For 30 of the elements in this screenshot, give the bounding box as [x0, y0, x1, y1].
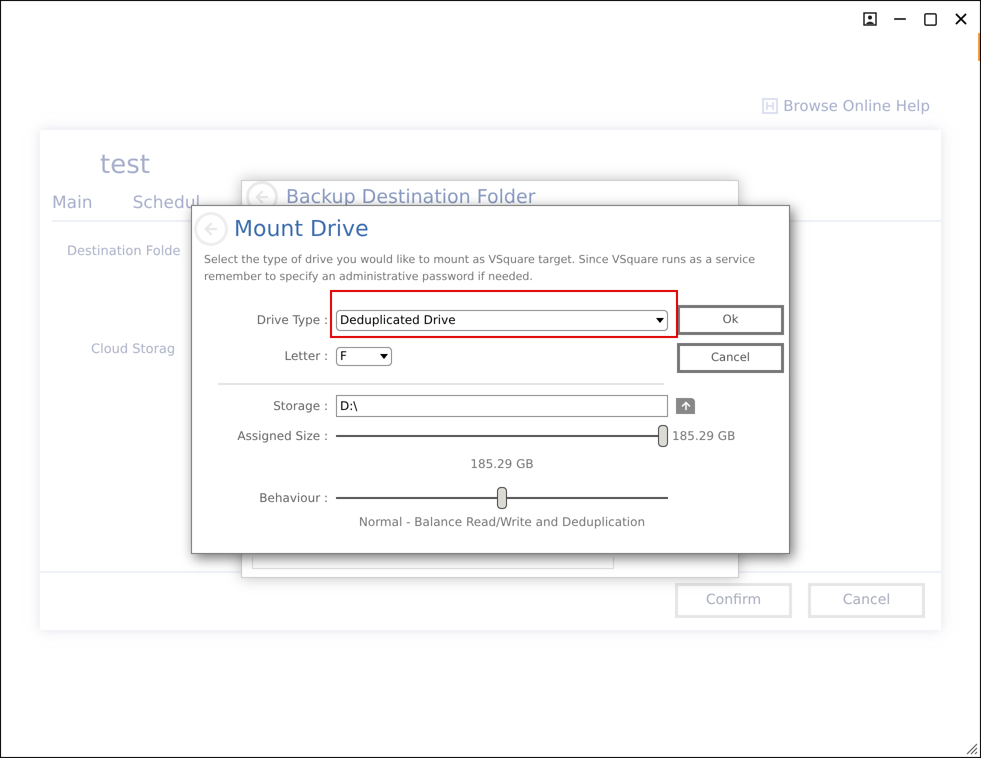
dialog-title: Mount Drive: [234, 216, 369, 244]
slider-thumb[interactable]: [658, 425, 668, 447]
slider-caption: Normal - Balance Read/Write and Deduplication: [358, 514, 646, 531]
cancel-button[interactable]: Cancel: [677, 343, 784, 373]
panel-title: test: [100, 148, 151, 182]
field-label: Drive Type :: [256, 312, 329, 329]
dialog-description: Select the type of drive you would like to mount as VSquare target. Since VSquare runs as a service remember to specify an administrative password if needed.: [204, 252, 756, 285]
caret-icon: [656, 318, 664, 322]
storage-field[interactable]: D:\: [336, 395, 668, 417]
help-icon: [762, 98, 778, 114]
slider[interactable]: [336, 425, 668, 447]
ok-button[interactable]: Ok: [677, 305, 784, 335]
upload-icon[interactable]: [676, 398, 695, 414]
maximize-icon[interactable]: [923, 12, 938, 26]
field-label: Storage :: [272, 398, 329, 415]
slider-reading: 185.29 GB: [672, 428, 736, 445]
slider[interactable]: [336, 487, 668, 509]
caret-icon: [380, 354, 388, 358]
slider-thumb[interactable]: [497, 487, 507, 509]
letter-dropdown[interactable]: F: [336, 346, 392, 366]
picture-frame-icon[interactable]: [863, 12, 877, 26]
field-label: Behaviour :: [258, 490, 329, 507]
field-label: Destination Folde: [67, 243, 181, 261]
drive-type-dropdown[interactable]: Deduplicated Drive: [336, 310, 668, 330]
field-label: Cloud Storag: [91, 340, 176, 358]
dialog-title: Backup Destination Folder: [286, 184, 536, 210]
field-label: Letter :: [284, 348, 329, 365]
slider-caption: 185.29 GB: [469, 456, 535, 473]
field-label: Assigned Size :: [236, 428, 329, 445]
resize-grip-icon[interactable]: [966, 743, 978, 755]
